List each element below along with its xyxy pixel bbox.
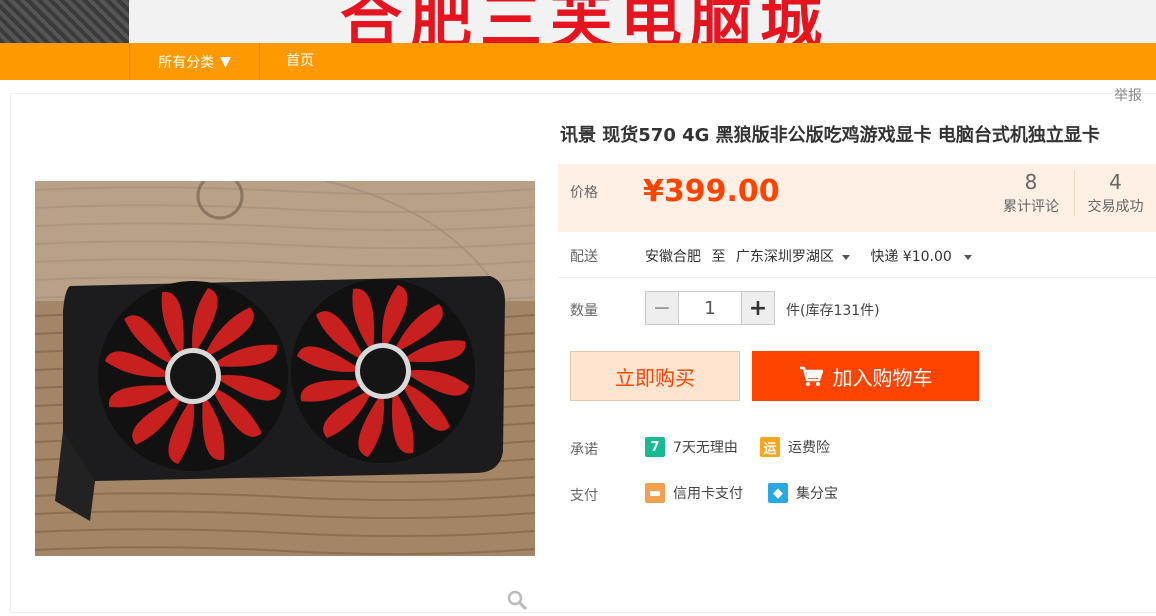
ship-to-word: 至 <box>711 249 726 265</box>
freight-insurance-text: 运费险 <box>788 440 830 456</box>
shipping-info: 安徽合肥 至 广东深圳罗湖区 快递 ¥10.00 <box>645 246 978 266</box>
sales-label: 交易成功 <box>1087 199 1144 215</box>
add-to-cart-label: 加入购物车 <box>832 365 933 390</box>
ship-from: 安徽合肥 <box>645 249 701 265</box>
buy-now-button[interactable]: 立即购买 <box>570 351 740 401</box>
credit-card-text: 信用卡支付 <box>673 486 743 502</box>
jifenbao-payment[interactable]: ◆ 集分宝 <box>768 483 838 503</box>
seven-day-return[interactable]: 7 7天无理由 <box>645 437 738 457</box>
all-categories-label: 所有分类 <box>158 54 215 71</box>
payment-label: 支付 <box>570 488 598 504</box>
home-link[interactable]: 首页 <box>286 43 314 80</box>
top-nav: 所有分类 ▼ 首页 <box>0 43 1156 80</box>
freight-insurance-icon: 运 <box>760 437 780 457</box>
destination-select[interactable]: 广东深圳罗湖区 <box>736 249 850 265</box>
quantity-label: 数量 <box>570 303 598 319</box>
seven-day-text: 7天无理由 <box>673 440 738 456</box>
price-label: 价格 <box>570 185 598 201</box>
quantity-input[interactable] <box>679 291 741 325</box>
decrease-button[interactable]: − <box>645 291 679 325</box>
sales-count: 4 <box>1109 170 1122 194</box>
jifenbao-text: 集分宝 <box>796 486 838 502</box>
divider <box>558 277 1156 278</box>
chevron-down-icon <box>841 254 850 260</box>
report-link[interactable]: 举报 <box>1114 85 1142 105</box>
cart-icon <box>799 366 823 386</box>
all-categories-menu[interactable]: 所有分类 ▼ <box>129 43 260 80</box>
reviews-stat[interactable]: 8 累计评论 <box>998 170 1064 216</box>
reviews-count: 8 <box>1024 170 1038 194</box>
price-panel: 价格 ¥399.00 8 累计评论 4 交易成功 <box>558 164 1156 232</box>
graphics-card-illustration <box>35 181 535 556</box>
reviews-label: 累计评论 <box>1003 199 1059 215</box>
destination-text: 广东深圳罗湖区 <box>735 249 834 265</box>
sales-stat: 4 交易成功 <box>1074 170 1156 216</box>
promise-label: 承诺 <box>570 442 598 458</box>
shipping-method-select[interactable]: 快递 ¥10.00 <box>870 249 973 265</box>
product-image[interactable] <box>35 181 535 556</box>
shipping-method-text: 快递 ¥10.00 <box>870 249 952 265</box>
shop-banner: 合肥三芙电脑城 <box>0 0 1156 43</box>
shop-name: 合肥三芙电脑城 <box>340 0 831 43</box>
freight-insurance[interactable]: 运 运费险 <box>760 437 830 457</box>
product-title: 讯景 现货570 4G 黑狼版非公版吃鸡游戏显卡 电脑台式机独立显卡 <box>560 125 1100 146</box>
chevron-down-icon <box>964 254 973 260</box>
price-value: ¥399.00 <box>643 174 780 209</box>
seven-day-icon: 7 <box>645 437 665 457</box>
dropdown-arrow-icon: ▼ <box>220 53 231 70</box>
add-to-cart-button[interactable]: 加入购物车 <box>752 351 979 401</box>
increase-button[interactable]: + <box>741 291 775 325</box>
shipping-label: 配送 <box>570 249 598 265</box>
shop-logo[interactable] <box>0 0 129 43</box>
stock-info: 件(库存131件) <box>786 303 880 319</box>
credit-card-icon: ▬ <box>645 483 665 503</box>
quantity-stepper: − + <box>645 291 775 325</box>
jifenbao-icon: ◆ <box>768 483 788 503</box>
credit-card-payment[interactable]: ▬ 信用卡支付 <box>645 483 743 503</box>
